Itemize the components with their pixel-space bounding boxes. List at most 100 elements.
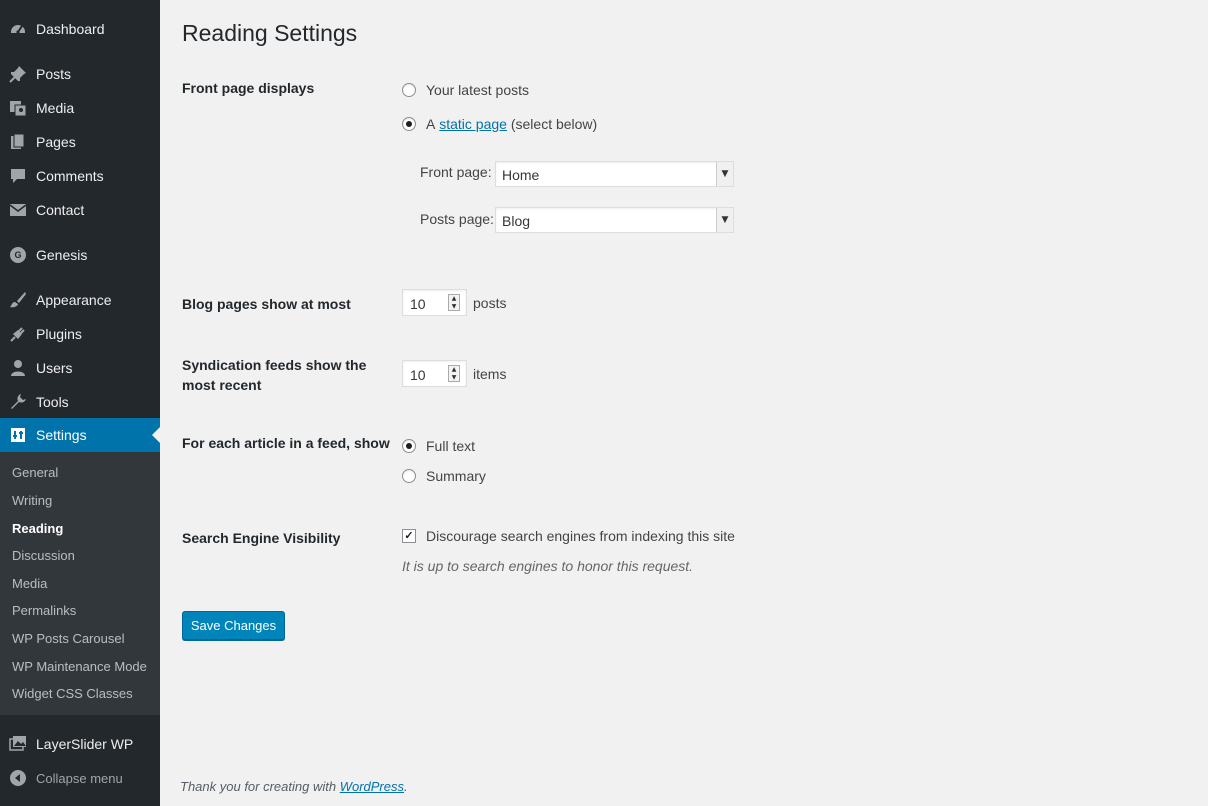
- menu-item-media[interactable]: Media: [0, 91, 160, 125]
- search-visibility-label: Search Engine Visibility: [182, 530, 341, 546]
- menu-label: Collapse menu: [36, 770, 123, 786]
- menu-label: Media: [36, 100, 75, 116]
- menu-label: Appearance: [36, 292, 112, 308]
- menu-item-plugins[interactable]: Plugins: [0, 317, 160, 351]
- menu-label: Users: [36, 360, 73, 376]
- menu-label: Genesis: [36, 247, 88, 263]
- menu-item-appearance[interactable]: Appearance: [0, 283, 160, 317]
- discourage-search-option[interactable]: ✓ Discourage search engines from indexin…: [402, 528, 735, 544]
- select-value: Home: [502, 167, 540, 183]
- submenu-item-writing[interactable]: Writing: [12, 490, 52, 512]
- feed-items-input[interactable]: 10 ▲ ▼: [402, 360, 467, 387]
- option-summary[interactable]: Summary: [402, 468, 486, 484]
- save-changes-button[interactable]: Save Changes: [182, 611, 285, 640]
- pages-icon: [8, 132, 28, 152]
- menu-item-settings[interactable]: Settings: [0, 418, 160, 452]
- radio-latest-posts[interactable]: [402, 83, 416, 97]
- blog-pages-label: Blog pages show at most: [182, 296, 351, 312]
- menu-item-posts[interactable]: Posts: [0, 57, 160, 91]
- footer-suffix: .: [404, 779, 408, 794]
- posts-page-select-label: Posts page:: [420, 211, 494, 227]
- media-icon: [8, 98, 28, 118]
- front-page-select-label: Front page:: [420, 164, 492, 180]
- spinner-icon[interactable]: ▲ ▼: [448, 294, 460, 311]
- menu-label: Comments: [36, 168, 104, 184]
- submenu-item-reading[interactable]: Reading: [12, 518, 63, 540]
- select-value: Blog: [502, 213, 531, 229]
- menu-item-contact[interactable]: Contact: [0, 193, 160, 227]
- menu-item-dashboard[interactable]: Dashboard: [0, 12, 160, 46]
- syndication-label-line1: Syndication feeds show the: [182, 357, 367, 373]
- menu-item-tools[interactable]: Tools: [0, 385, 160, 419]
- menu-label: LayerSlider WP: [36, 736, 134, 752]
- chevron-down-icon: ▼: [716, 162, 733, 186]
- submenu-item-media[interactable]: Media: [12, 573, 47, 595]
- menu-item-comments[interactable]: Comments: [0, 159, 160, 193]
- posts-page-select[interactable]: Blog ▼: [495, 207, 734, 233]
- posts-per-page-input[interactable]: 10 ▲ ▼: [402, 289, 467, 316]
- wrench-icon: [8, 392, 28, 412]
- submenu-item-wp-posts-carousel[interactable]: WP Posts Carousel: [12, 628, 124, 650]
- current-indicator: [152, 427, 160, 443]
- pushpin-icon: [8, 64, 28, 84]
- menu-label: Contact: [36, 202, 85, 218]
- option-latest-posts[interactable]: Your latest posts: [402, 82, 529, 98]
- feed-article-label: For each article in a feed, show: [182, 435, 390, 451]
- front-page-select[interactable]: Home ▼: [495, 161, 734, 187]
- front-page-displays-label: Front page displays: [182, 80, 315, 96]
- option-label: Your latest posts: [426, 82, 529, 98]
- comment-icon: [8, 166, 28, 186]
- posts-unit-label: posts: [473, 295, 507, 311]
- footer-prefix: Thank you for creating with: [180, 779, 337, 794]
- option-label-suffix: (select below): [510, 116, 598, 132]
- radio-full-text[interactable]: [402, 439, 416, 453]
- discourage-search-checkbox[interactable]: ✓: [402, 529, 416, 543]
- spinner-icon[interactable]: ▲ ▼: [448, 365, 460, 382]
- submenu-item-permalinks[interactable]: Permalinks: [12, 600, 76, 622]
- footer-text: Thank you for creating with WordPress.: [180, 779, 408, 794]
- option-static-page[interactable]: A static page (select below): [402, 116, 597, 132]
- page-title: Reading Settings: [182, 20, 358, 46]
- menu-item-users[interactable]: Users: [0, 351, 160, 385]
- submenu-item-discussion[interactable]: Discussion: [12, 545, 75, 567]
- input-value: 10: [410, 296, 426, 312]
- radio-summary[interactable]: [402, 469, 416, 483]
- input-value: 10: [410, 367, 426, 383]
- items-unit-label: items: [473, 366, 507, 382]
- submenu-item-wp-maintenance-mode[interactable]: WP Maintenance Mode: [12, 656, 147, 678]
- admin-sidebar: Dashboard Posts Media Pages Comments Con…: [0, 0, 160, 806]
- submenu-item-widget-css-classes[interactable]: Widget CSS Classes: [12, 683, 133, 705]
- menu-item-pages[interactable]: Pages: [0, 125, 160, 159]
- genesis-icon: G: [8, 245, 28, 265]
- user-icon: [8, 358, 28, 378]
- option-label-prefix: A: [426, 116, 436, 132]
- settings-submenu: General Writing Reading Discussion Media…: [0, 452, 160, 715]
- checkmark-icon: ✓: [404, 530, 414, 542]
- images-icon: [8, 734, 28, 754]
- menu-label: Settings: [36, 427, 87, 443]
- menu-label: Pages: [36, 134, 76, 150]
- dashboard-icon: [8, 19, 28, 39]
- option-full-text[interactable]: Full text: [402, 438, 475, 454]
- submenu-item-general[interactable]: General: [12, 462, 58, 484]
- static-page-link[interactable]: static page: [439, 116, 507, 132]
- envelope-icon: [8, 200, 28, 220]
- settings-icon: [8, 425, 28, 445]
- collapse-arrow-icon: [8, 768, 28, 788]
- menu-label: Dashboard: [36, 21, 105, 37]
- radio-static-page[interactable]: [402, 117, 416, 131]
- menu-item-layerslider[interactable]: LayerSlider WP: [0, 727, 160, 761]
- syndication-label-line2: most recent: [182, 377, 262, 393]
- paintbrush-icon: [8, 290, 28, 310]
- checkbox-label: Discourage search engines from indexing …: [426, 528, 735, 544]
- option-label: Summary: [426, 468, 486, 484]
- collapse-menu-button[interactable]: Collapse menu: [0, 761, 160, 795]
- chevron-down-icon: ▼: [716, 208, 733, 232]
- search-visibility-description: It is up to search engines to honor this…: [402, 558, 694, 574]
- menu-label: Plugins: [36, 326, 82, 342]
- wordpress-link[interactable]: WordPress: [340, 779, 404, 794]
- plug-icon: [8, 324, 28, 344]
- menu-label: Posts: [36, 66, 72, 82]
- menu-item-genesis[interactable]: G Genesis: [0, 238, 160, 272]
- menu-label: Tools: [36, 394, 69, 410]
